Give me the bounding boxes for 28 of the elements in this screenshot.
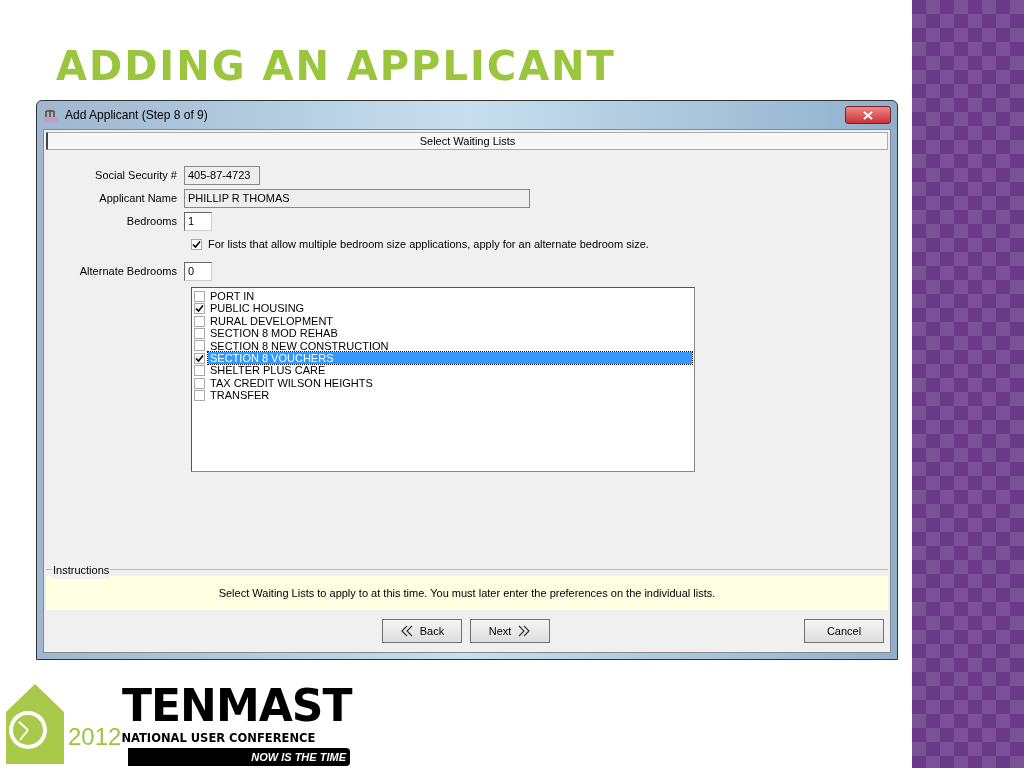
- list-item[interactable]: TRANSFER: [208, 389, 272, 402]
- next-button[interactable]: Next: [470, 619, 550, 643]
- logo-event-name: NATIONAL USER CONFERENCE: [121, 730, 316, 748]
- list-item[interactable]: PUBLIC HOUSING: [208, 302, 307, 315]
- list-item[interactable]: SECTION 8 MOD REHAB: [208, 327, 340, 340]
- readonly-field: 405-87-4723: [184, 166, 260, 185]
- logo-tagline: NOW IS THE TIME: [128, 747, 350, 766]
- back-button[interactable]: Back: [382, 619, 462, 643]
- slide-title: ADDING AN APPLICANT: [55, 42, 617, 91]
- field-label: Social Security #: [94, 168, 178, 184]
- section-header: Select Waiting Lists: [46, 132, 888, 150]
- text-field[interactable]: 0: [184, 262, 212, 281]
- list-item[interactable]: SECTION 8 NEW CONSTRUCTION: [208, 339, 391, 353]
- checkbox-label: For lists that allow multiple bedroom size applications, apply for an alternate bedroom size.: [208, 237, 649, 253]
- cancel-button[interactable]: Cancel: [804, 619, 884, 643]
- list-item[interactable]: PORT IN: [208, 290, 257, 303]
- list-item[interactable]: RURAL DEVELOPMENT: [208, 314, 336, 328]
- field-label: Alternate Bedrooms: [78, 264, 178, 280]
- field-label: Bedrooms: [125, 214, 178, 230]
- text-field[interactable]: 1: [184, 212, 212, 231]
- list-item[interactable]: TAX CREDIT WILSON HEIGHTS: [208, 376, 375, 390]
- instructions-text: Select Waiting Lists to apply to at this time. You must later enter the preferences on the individual lists.: [218, 585, 716, 601]
- logo-wordmark: TENMAST: [121, 685, 352, 726]
- logo-year: 2012: [68, 725, 122, 748]
- window-title: Add Applicant (Step 8 of 9): [65, 107, 208, 124]
- field-label: Applicant Name: [98, 191, 178, 207]
- readonly-field: PHILLIP R THOMAS: [184, 189, 530, 208]
- list-item[interactable]: SHELTER PLUS CARE: [208, 364, 328, 377]
